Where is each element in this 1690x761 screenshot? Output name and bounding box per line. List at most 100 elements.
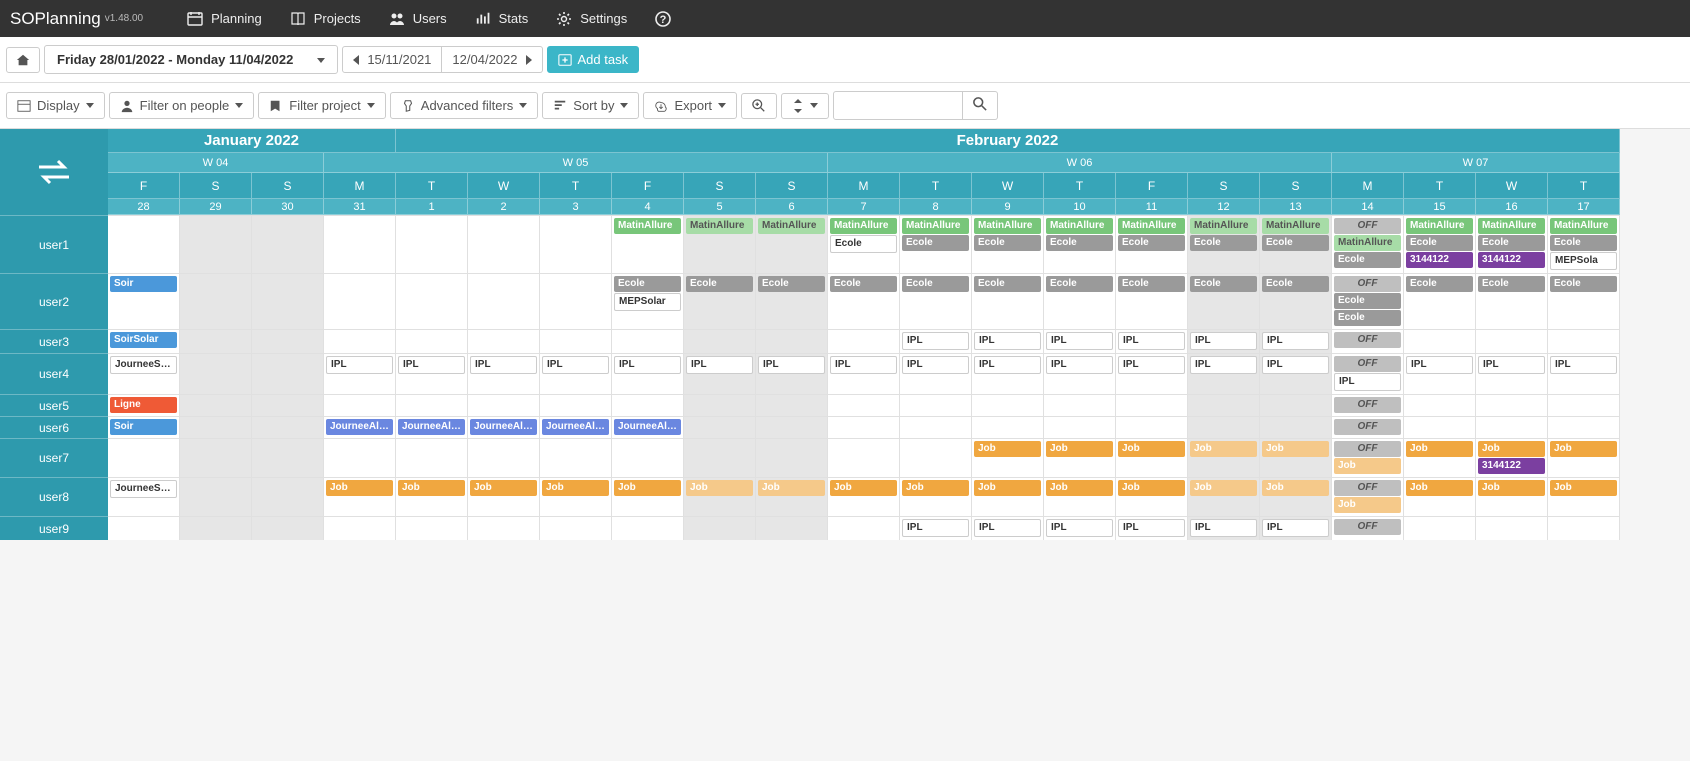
task[interactable]: OFF [1334, 519, 1401, 535]
cell[interactable] [180, 353, 252, 394]
task[interactable]: Job [1262, 480, 1329, 496]
cell[interactable] [756, 438, 828, 477]
nav-projects[interactable]: Projects [276, 0, 375, 37]
task[interactable]: Ecole [1334, 293, 1401, 309]
task[interactable]: OFF [1334, 332, 1401, 348]
cell[interactable]: Soir [108, 416, 180, 438]
cell[interactable] [180, 516, 252, 540]
task[interactable]: Ecole [1334, 310, 1401, 326]
task[interactable]: Ecole [1262, 235, 1329, 251]
task[interactable]: OFF [1334, 480, 1401, 496]
cell[interactable] [324, 215, 396, 273]
cell[interactable]: OFF [1332, 516, 1404, 540]
cell[interactable] [972, 394, 1044, 416]
cell[interactable]: Ecole [1188, 273, 1260, 329]
cell[interactable] [900, 394, 972, 416]
cell[interactable] [252, 516, 324, 540]
cell[interactable]: OFF [1332, 394, 1404, 416]
task[interactable]: JourneeAllur [614, 419, 681, 435]
cell[interactable]: Job3144122 [1476, 438, 1548, 477]
cell[interactable]: Job [1404, 477, 1476, 516]
date-prev-button[interactable]: 15/11/2021 [342, 46, 442, 73]
cell[interactable] [468, 215, 540, 273]
cell[interactable] [540, 273, 612, 329]
task[interactable]: MatinAllure [830, 218, 897, 234]
cell[interactable] [828, 438, 900, 477]
task[interactable]: MatinAllure [1190, 218, 1257, 234]
task[interactable]: IPL [1118, 332, 1185, 350]
cell[interactable]: MatinAllureEcole [828, 215, 900, 273]
task[interactable]: Job [1550, 480, 1617, 496]
cell[interactable] [396, 516, 468, 540]
cell[interactable]: IPL [1188, 353, 1260, 394]
task[interactable]: IPL [902, 332, 969, 350]
cell[interactable]: OFF [1332, 416, 1404, 438]
cell[interactable] [684, 329, 756, 353]
task[interactable]: IPL [902, 519, 969, 537]
cell[interactable] [756, 394, 828, 416]
cell[interactable] [252, 215, 324, 273]
cell[interactable]: Job [1260, 477, 1332, 516]
task[interactable]: Ecole [830, 235, 897, 253]
cell[interactable]: Job [1044, 438, 1116, 477]
filter-people-button[interactable]: Filter on people [109, 92, 255, 119]
cell[interactable] [108, 438, 180, 477]
task[interactable]: Ecole [686, 276, 753, 292]
task[interactable]: IPL [1190, 332, 1257, 350]
cell[interactable]: IPL [972, 516, 1044, 540]
cell[interactable]: Ligne [108, 394, 180, 416]
cell[interactable]: EcoleMEPSolar [612, 273, 684, 329]
cell[interactable] [468, 516, 540, 540]
cell[interactable] [108, 215, 180, 273]
cell[interactable]: IPL [756, 353, 828, 394]
cell[interactable] [1548, 329, 1620, 353]
cell[interactable] [396, 329, 468, 353]
cell[interactable] [396, 438, 468, 477]
cell[interactable] [252, 477, 324, 516]
cell[interactable] [1476, 416, 1548, 438]
task[interactable]: OFF [1334, 419, 1401, 435]
cell[interactable] [180, 215, 252, 273]
task[interactable]: Ecole [902, 276, 969, 292]
cell[interactable]: MatinAllureEcole [1188, 215, 1260, 273]
task[interactable]: JourneeAllur [542, 419, 609, 435]
user-row-user4[interactable]: user4 [0, 353, 108, 394]
cell[interactable]: MatinAllureEcole3144122 [1476, 215, 1548, 273]
cell[interactable]: SoirSolar [108, 329, 180, 353]
cell[interactable]: IPL [1476, 353, 1548, 394]
task[interactable]: IPL [1334, 373, 1401, 391]
task[interactable]: OFF [1334, 276, 1401, 292]
cell[interactable]: Soir [108, 273, 180, 329]
cell[interactable]: IPL [972, 329, 1044, 353]
cell[interactable] [1404, 329, 1476, 353]
cell[interactable]: IPL [900, 516, 972, 540]
task[interactable]: Job [470, 480, 537, 496]
cell[interactable]: MatinAllure [756, 215, 828, 273]
task[interactable]: Ecole [1190, 276, 1257, 292]
task[interactable]: MatinAllure [614, 218, 681, 234]
task[interactable]: IPL [686, 356, 753, 374]
filter-project-button[interactable]: Filter project [258, 92, 386, 119]
cell[interactable]: IPL [1188, 516, 1260, 540]
task[interactable]: OFF [1334, 441, 1401, 457]
cell[interactable]: IPL [612, 353, 684, 394]
task[interactable]: Job [974, 441, 1041, 457]
cell[interactable]: Ecole [756, 273, 828, 329]
task[interactable]: MatinAllure [1046, 218, 1113, 234]
task[interactable]: Ecole [902, 235, 969, 251]
cell[interactable] [180, 477, 252, 516]
cell[interactable]: Ecole [1404, 273, 1476, 329]
user-row-user2[interactable]: user2 [0, 273, 108, 329]
task[interactable]: JourneeSolar [110, 356, 177, 374]
task[interactable]: Job [1406, 441, 1473, 457]
task[interactable]: JourneeAllur [470, 419, 537, 435]
cell[interactable]: IPL [1116, 353, 1188, 394]
task[interactable]: Ecole [1190, 235, 1257, 251]
cell[interactable] [1476, 394, 1548, 416]
cell[interactable]: MatinAllure [612, 215, 684, 273]
cell[interactable] [1116, 394, 1188, 416]
cell[interactable]: IPL [1260, 329, 1332, 353]
task[interactable]: Job [614, 480, 681, 496]
task[interactable]: Job [1478, 480, 1545, 496]
nav-settings[interactable]: Settings [542, 0, 641, 37]
